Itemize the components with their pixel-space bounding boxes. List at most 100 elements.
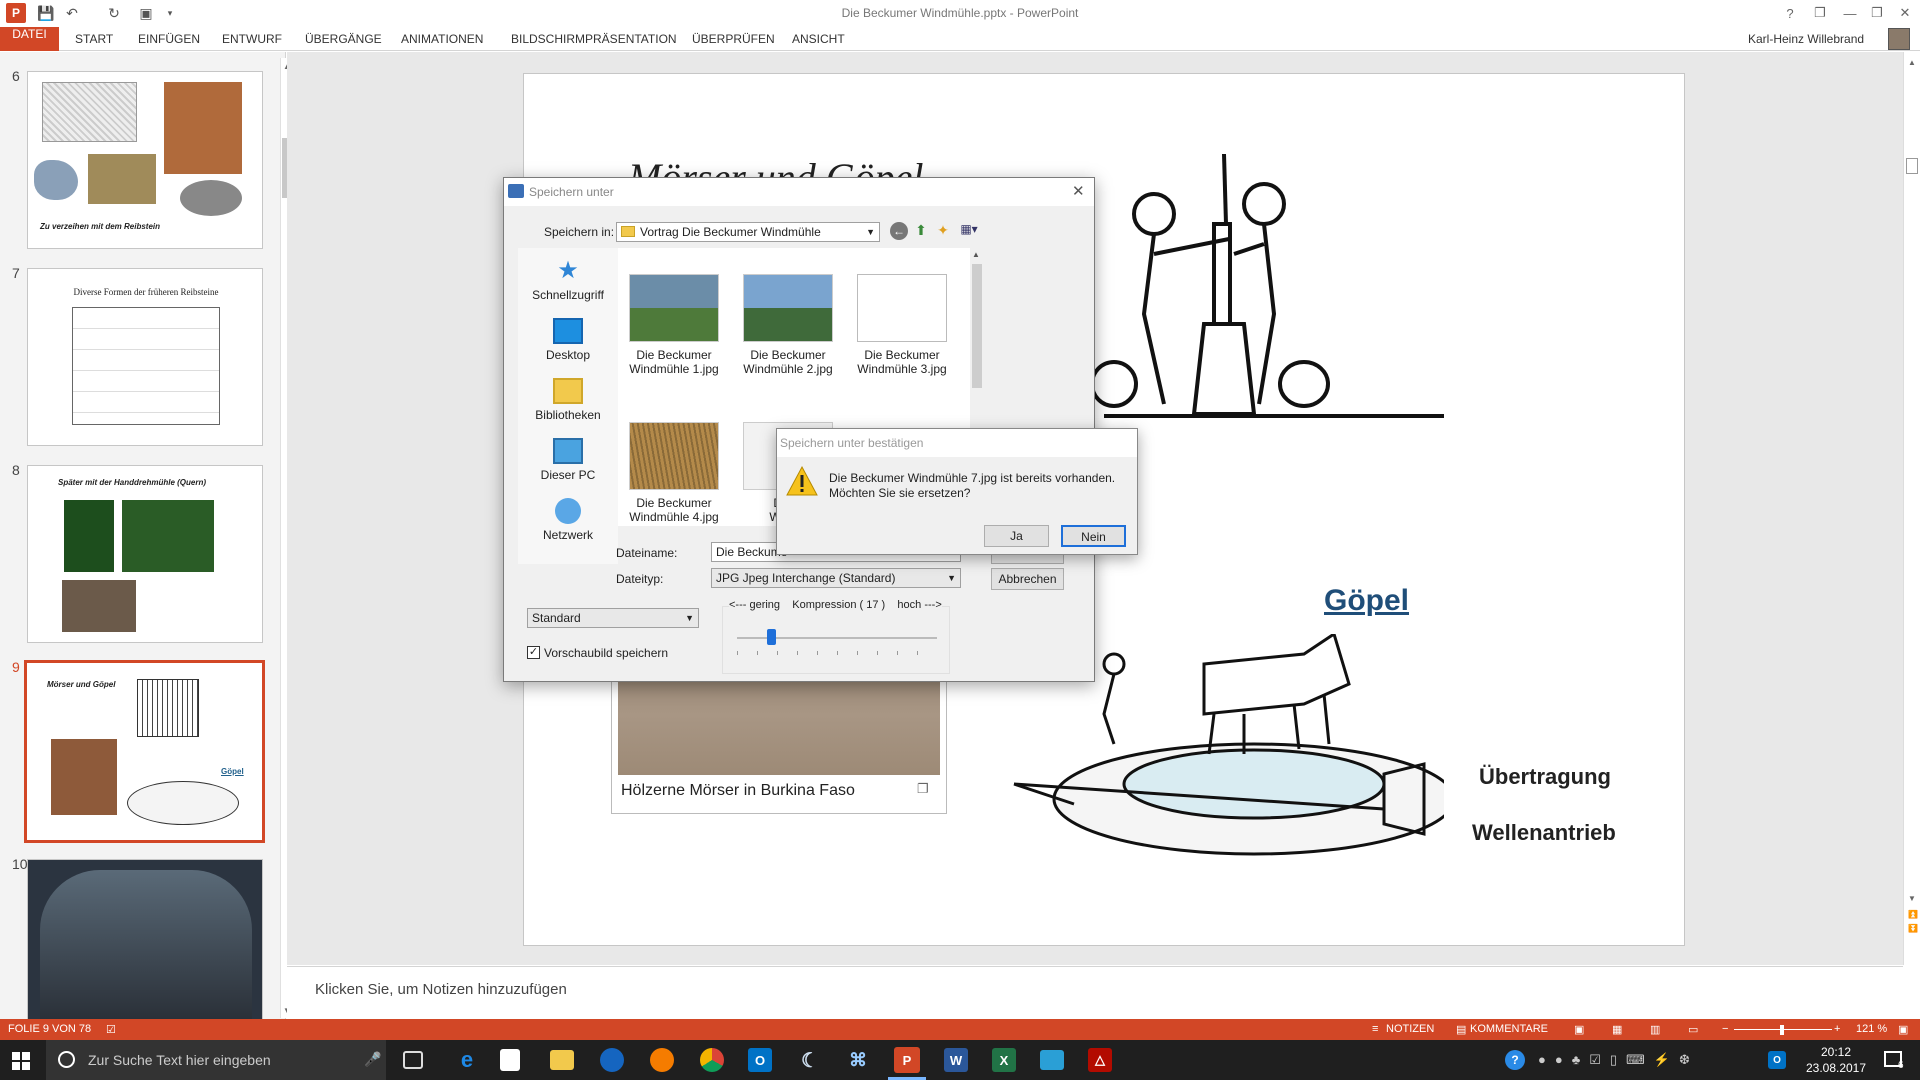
confirm-dialog[interactable]: Speichern unter bestätigen Die Beckumer … bbox=[776, 428, 1138, 555]
filetype-dropdown[interactable]: JPG Jpeg Interchange (Standard) ▼ bbox=[711, 568, 961, 588]
powerpoint-taskbar-icon[interactable]: P bbox=[894, 1047, 920, 1073]
wellenantrieb-label[interactable]: Wellenantrieb bbox=[1472, 820, 1616, 846]
outlook-tray-icon[interactable]: O bbox=[1768, 1051, 1786, 1069]
slide-thumbnail-7[interactable]: Diverse Formen der früheren Reibsteine bbox=[27, 268, 263, 446]
word-icon[interactable]: W bbox=[944, 1048, 968, 1072]
yes-button[interactable]: Ja bbox=[984, 525, 1049, 547]
dialog-close-icon[interactable]: ✕ bbox=[1072, 182, 1085, 200]
mirror-photo-image bbox=[40, 870, 252, 1020]
help-icon[interactable]: ? bbox=[1775, 2, 1805, 24]
place-netzwerk[interactable]: Netzwerk bbox=[523, 498, 613, 542]
notes-button[interactable]: NOTIZEN bbox=[1386, 1023, 1434, 1035]
scroll-up-icon[interactable]: ▲ bbox=[972, 250, 980, 259]
maximize-icon[interactable]: ❐ bbox=[1862, 2, 1892, 24]
places-bar: ★ Schnellzugriff Desktop Bibliotheken Di… bbox=[518, 248, 618, 564]
drawing-image bbox=[42, 82, 137, 142]
tab-bildschirmpraesentation[interactable]: BILDSCHIRMPRÄSENTATION bbox=[505, 27, 683, 51]
reading-view-icon[interactable]: ▥ bbox=[1650, 1023, 1660, 1036]
ribbon-display-options-icon[interactable]: ❐ bbox=[1805, 2, 1835, 24]
standard-dropdown[interactable]: Standard ▼ bbox=[527, 608, 699, 628]
back-icon[interactable]: ← bbox=[890, 222, 908, 240]
tab-animationen[interactable]: ANIMATIONEN bbox=[395, 27, 489, 51]
file-explorer-icon[interactable] bbox=[550, 1050, 574, 1070]
tab-ansicht[interactable]: ANSICHT bbox=[786, 27, 851, 51]
acrobat-icon[interactable]: △ bbox=[1088, 1048, 1112, 1072]
slide-thumbnail-9[interactable]: Mörser und Göpel Göpel bbox=[24, 660, 265, 843]
comments-button[interactable]: KOMMENTARE bbox=[1470, 1023, 1548, 1035]
file-item[interactable]: Die Beckumer Windmühle 3.jpg bbox=[854, 274, 950, 376]
network-app-icon[interactable]: ⌘ bbox=[844, 1046, 872, 1074]
tab-einfuegen[interactable]: EINFÜGEN bbox=[132, 27, 206, 51]
zoom-level[interactable]: 121 % bbox=[1856, 1023, 1887, 1035]
edge-icon[interactable]: e bbox=[453, 1046, 481, 1074]
place-desktop[interactable]: Desktop bbox=[523, 318, 613, 362]
next-slide-icon[interactable]: ⏬ bbox=[1908, 924, 1918, 933]
scrollbar-thumb[interactable] bbox=[1906, 158, 1918, 174]
slide-sorter-icon[interactable]: ▦ bbox=[1612, 1023, 1622, 1036]
clock-time[interactable]: 20:12 bbox=[1808, 1045, 1864, 1059]
view-menu-icon[interactable]: ▦▾ bbox=[956, 222, 982, 240]
save-in-dropdown[interactable]: Vortrag Die Beckumer Windmühle ▼ bbox=[616, 222, 880, 242]
tab-uebergaenge[interactable]: ÜBERGÄNGE bbox=[299, 27, 388, 51]
taskbar-search-box[interactable]: Zur Suche Text hier eingeben 🎤 bbox=[46, 1040, 386, 1080]
scroll-down-icon[interactable]: ▼ bbox=[1908, 894, 1916, 903]
app-icon[interactable]: ☾ bbox=[796, 1046, 824, 1074]
place-dieser-pc[interactable]: Dieser PC bbox=[523, 438, 613, 482]
notes-icon[interactable]: ≡ bbox=[1372, 1023, 1378, 1035]
up-folder-icon[interactable]: ⬆ bbox=[912, 222, 930, 240]
place-schnellzugriff[interactable]: ★ Schnellzugriff bbox=[523, 258, 613, 303]
file-item[interactable]: Die Beckumer Windmühle 1.jpg bbox=[626, 274, 722, 376]
normal-view-icon[interactable]: ▣ bbox=[1574, 1023, 1584, 1036]
uebertragung-label[interactable]: Übertragung bbox=[1479, 764, 1611, 790]
goepel-label[interactable]: Göpel bbox=[1324, 584, 1409, 618]
chrome-icon[interactable] bbox=[700, 1048, 724, 1072]
no-button[interactable]: Nein bbox=[1061, 525, 1126, 547]
notes-pane[interactable]: Klicken Sie, um Notizen hinzuzufügen bbox=[287, 966, 1903, 1019]
app-icon[interactable] bbox=[1040, 1050, 1064, 1070]
previous-slide-icon[interactable]: ⏫ bbox=[1908, 910, 1918, 919]
close-icon[interactable]: ✕ bbox=[1890, 2, 1920, 24]
editor-scrollbar[interactable]: ▲ ▼ ⏫ ⏬ bbox=[1903, 52, 1920, 965]
cancel-button[interactable]: Abbrechen bbox=[991, 568, 1064, 590]
help-tray-icon[interactable]: ? bbox=[1505, 1050, 1525, 1070]
fit-slide-icon[interactable]: ▣ bbox=[1898, 1023, 1908, 1036]
slideshow-icon[interactable]: ▭ bbox=[1688, 1023, 1698, 1036]
file-item[interactable]: Die Beckumer Windmühle 4.jpg bbox=[626, 422, 722, 524]
moerser-drawing-image[interactable] bbox=[1084, 144, 1444, 444]
preview-checkbox[interactable]: ✓ bbox=[527, 646, 540, 659]
file-item[interactable]: Die Beckumer Windmühle 2.jpg bbox=[740, 274, 836, 376]
user-name[interactable]: Karl-Heinz Willebrand bbox=[1748, 32, 1864, 46]
firefox-icon[interactable] bbox=[650, 1048, 674, 1072]
caption-expand-icon[interactable]: ❐ bbox=[917, 781, 929, 797]
tab-start[interactable]: START bbox=[69, 27, 119, 51]
slide-thumbnail-10[interactable] bbox=[27, 859, 263, 1020]
tab-datei[interactable]: DATEI bbox=[0, 27, 59, 51]
task-view-icon[interactable] bbox=[403, 1051, 423, 1069]
notes-placeholder[interactable]: Klicken Sie, um Notizen hinzuzufügen bbox=[315, 981, 567, 998]
clock-date[interactable]: 23.08.2017 bbox=[1804, 1061, 1868, 1075]
new-folder-icon[interactable]: ✦ bbox=[934, 222, 952, 240]
spellcheck-icon[interactable]: ☑ bbox=[106, 1023, 116, 1036]
outlook-icon[interactable]: O bbox=[748, 1048, 772, 1072]
minimize-icon[interactable]: — bbox=[1835, 2, 1865, 24]
slide-thumbnail-8[interactable]: Später mit der Handdrehmühle (Quern) bbox=[27, 465, 263, 643]
slide-number: 7 bbox=[12, 265, 20, 281]
scroll-up-icon[interactable]: ▲ bbox=[1908, 58, 1916, 67]
zoom-in-icon[interactable]: + bbox=[1834, 1023, 1840, 1035]
scrollbar-thumb[interactable] bbox=[972, 264, 982, 388]
comments-icon[interactable]: ▤ bbox=[1456, 1023, 1466, 1036]
windows-start-icon[interactable] bbox=[12, 1052, 30, 1070]
place-bibliotheken[interactable]: Bibliotheken bbox=[523, 378, 613, 422]
compression-slider[interactable] bbox=[767, 629, 776, 645]
excel-icon[interactable]: X bbox=[992, 1048, 1016, 1072]
tray-icons[interactable]: ●●♣☑▯⌨⚡❆ bbox=[1538, 1052, 1699, 1068]
microphone-icon[interactable]: 🎤 bbox=[364, 1051, 381, 1068]
tab-ueberpruefen[interactable]: ÜBERPRÜFEN bbox=[686, 27, 781, 51]
avatar[interactable] bbox=[1888, 28, 1910, 50]
zoom-slider-thumb[interactable] bbox=[1780, 1025, 1784, 1035]
tab-entwurf[interactable]: ENTWURF bbox=[216, 27, 288, 51]
zoom-out-icon[interactable]: − bbox=[1722, 1023, 1728, 1035]
app-icon[interactable] bbox=[600, 1048, 624, 1072]
slide-thumbnail-6[interactable]: Zu verzeihen mit dem Reibstein bbox=[27, 71, 263, 249]
store-icon[interactable] bbox=[500, 1049, 520, 1071]
